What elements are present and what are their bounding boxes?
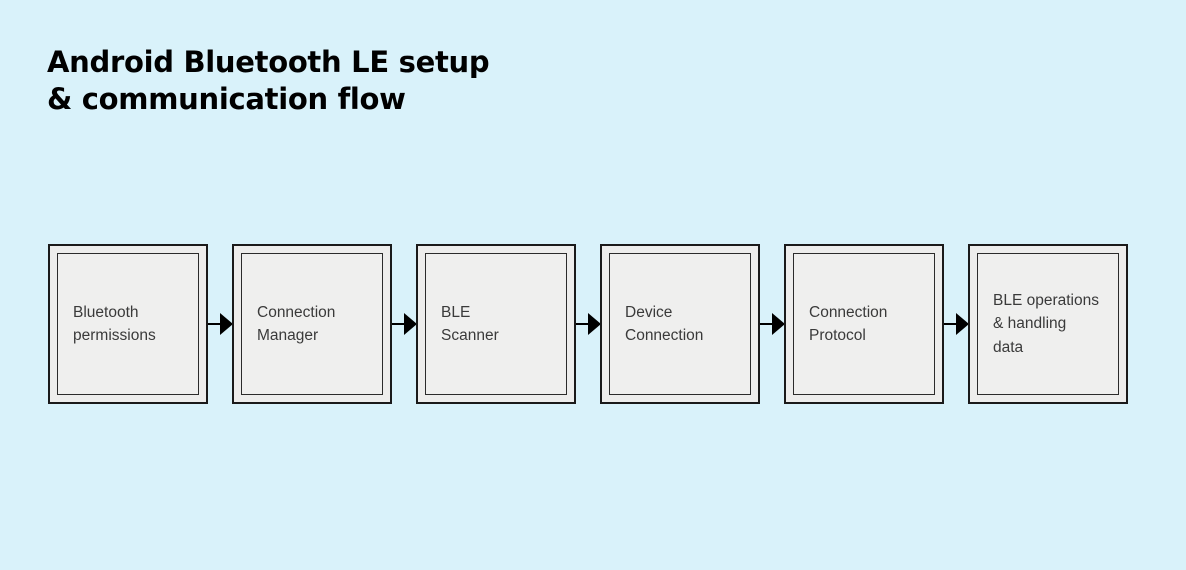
flow-node-inner: Connection Protocol [793, 253, 935, 395]
flow-node-connection-manager[interactable]: Connection Manager [232, 244, 392, 404]
flow-node-label: Connection Manager [257, 303, 336, 344]
flow-node-inner: BLE operations & handling data [977, 253, 1119, 395]
flow-node-bluetooth-permissions[interactable]: Bluetooth permissions [48, 244, 208, 404]
flow-node-inner: Device Connection [609, 253, 751, 395]
flow-node-label: BLE Scanner [441, 303, 499, 344]
page-title-line-1: Android Bluetooth LE setup [47, 45, 490, 79]
flow-node-ble-scanner[interactable]: BLE Scanner [416, 244, 576, 404]
arrow-right-icon [944, 313, 969, 335]
flow-node-inner: BLE Scanner [425, 253, 567, 395]
flow-node-inner: Connection Manager [241, 253, 383, 395]
flow-node-label: Device Connection [625, 303, 704, 344]
flow-node-label: BLE operations & handling data [993, 292, 1099, 356]
flow-diagram: Bluetooth permissions Connection Manager… [48, 244, 1128, 404]
flow-node-label: Connection Protocol [809, 303, 888, 344]
diagram-canvas: Android Bluetooth LE setup & communicati… [0, 0, 1186, 570]
page-title: Android Bluetooth LE setup & communicati… [47, 44, 490, 118]
flow-node-device-connection[interactable]: Device Connection [600, 244, 760, 404]
page-title-line-2: & communication flow [47, 82, 406, 117]
arrow-right-icon [208, 313, 233, 335]
arrow-right-icon [576, 313, 601, 335]
arrow-right-icon [392, 313, 417, 335]
arrow-right-icon [760, 313, 785, 335]
flow-node-inner: Bluetooth permissions [57, 253, 199, 395]
flow-node-ble-operations[interactable]: BLE operations & handling data [968, 244, 1128, 404]
flow-node-label: Bluetooth permissions [73, 303, 156, 344]
flow-node-connection-protocol[interactable]: Connection Protocol [784, 244, 944, 404]
